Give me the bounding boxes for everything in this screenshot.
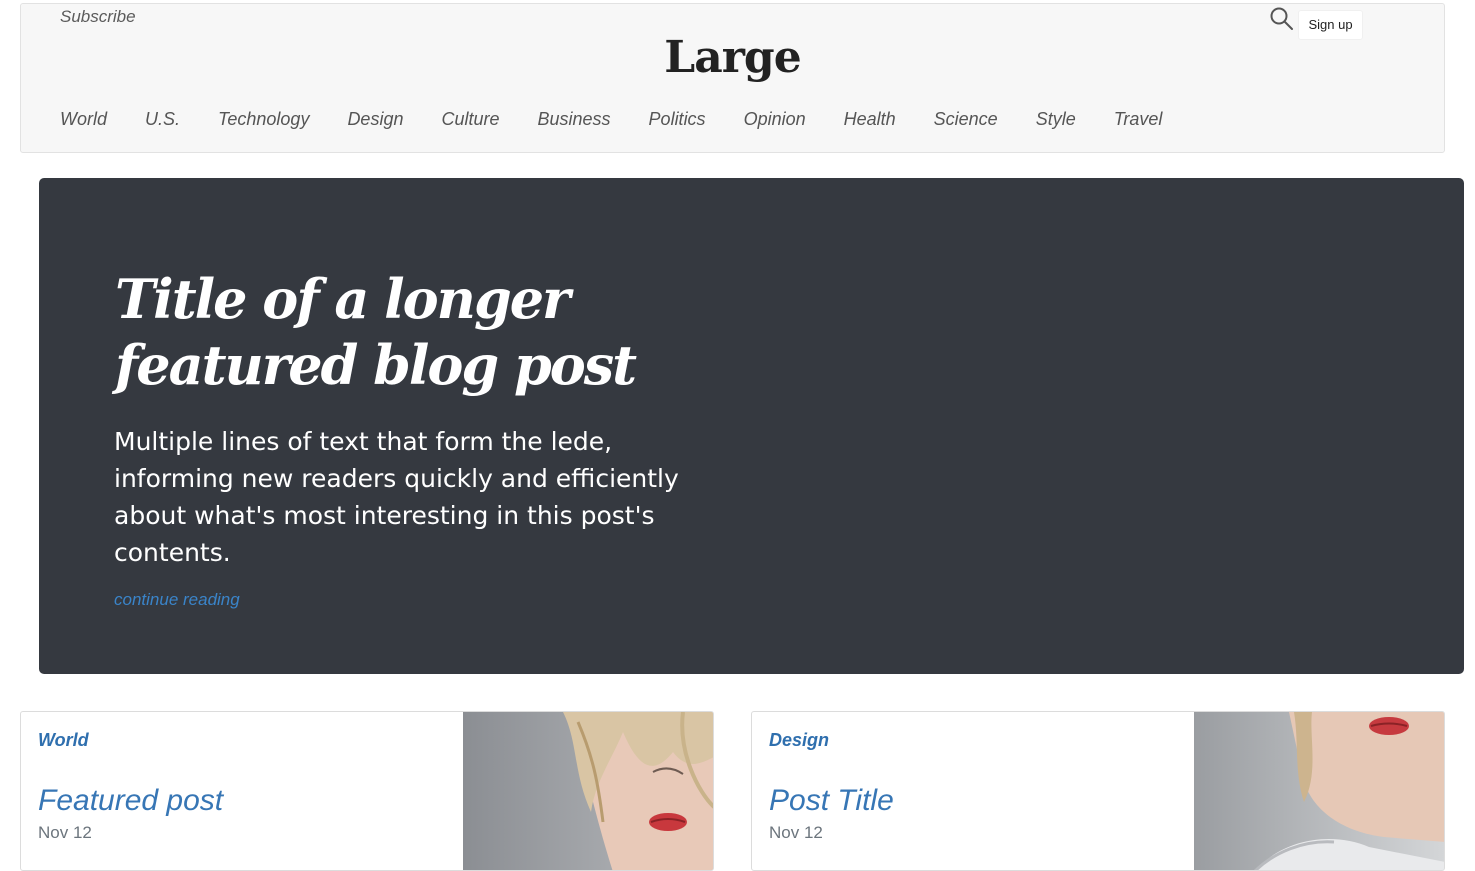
continue-reading-link[interactable]: continue reading [114, 590, 240, 610]
post-card: Design Post Title Nov 12 [751, 711, 1445, 871]
post-category: Design [769, 730, 830, 750]
nav-item-science[interactable]: Science [934, 109, 998, 130]
post-thumbnail [1194, 712, 1444, 870]
hero-title: Title of a longer featured blog post [115, 266, 675, 398]
post-card: World Featured post Nov 12 [20, 711, 714, 871]
post-date: Nov 12 [38, 823, 92, 842]
nav-item-opinion[interactable]: Opinion [744, 109, 806, 130]
nav-item-us[interactable]: U.S. [145, 109, 180, 130]
post-category: World [38, 730, 89, 750]
nav-item-design[interactable]: Design [347, 109, 403, 130]
category-nav: World U.S. Technology Design Culture Bus… [60, 109, 1200, 130]
signup-button[interactable]: Sign up [1298, 10, 1363, 40]
post-title-link[interactable]: Featured post [38, 784, 223, 818]
post-date: Nov 12 [769, 823, 823, 842]
nav-item-travel[interactable]: Travel [1114, 109, 1163, 130]
site-header: Subscribe Large Sign up World U.S. Techn… [20, 3, 1445, 153]
featured-hero: Title of a longer featured blog post Mul… [39, 178, 1464, 674]
site-brand[interactable]: Large [21, 32, 1444, 83]
nav-item-world[interactable]: World [60, 109, 107, 130]
nav-item-culture[interactable]: Culture [441, 109, 499, 130]
search-icon[interactable] [1269, 6, 1295, 32]
post-thumbnail [463, 712, 713, 870]
nav-item-health[interactable]: Health [844, 109, 896, 130]
nav-item-business[interactable]: Business [538, 109, 611, 130]
post-title-link[interactable]: Post Title [769, 784, 894, 818]
hero-title-line-2: featured blog post [115, 333, 637, 397]
nav-item-style[interactable]: Style [1036, 109, 1076, 130]
subscribe-link[interactable]: Subscribe [60, 7, 136, 27]
nav-item-technology[interactable]: Technology [218, 109, 309, 130]
hero-title-line-1: Title of a longer [115, 267, 571, 331]
nav-item-politics[interactable]: Politics [649, 109, 706, 130]
hero-lede: Multiple lines of text that form the led… [114, 427, 679, 567]
